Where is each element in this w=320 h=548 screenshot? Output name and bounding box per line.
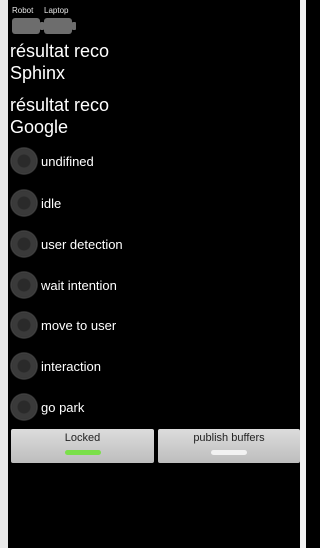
state-label: wait intention [41, 277, 117, 293]
state-radio-interaction[interactable]: interaction [10, 352, 101, 380]
state-radio-wait-intention[interactable]: wait intention [10, 271, 117, 299]
sphinx-recognition-result: résultat reco Sphinx [10, 40, 109, 84]
robot-battery-label: Robot [12, 6, 34, 15]
radio-button-icon[interactable] [10, 230, 38, 258]
state-radio-move-to-user[interactable]: move to user [10, 311, 116, 339]
radio-button-icon[interactable] [10, 189, 38, 217]
state-label: user detection [41, 236, 123, 252]
locked-button-label: Locked [64, 432, 101, 444]
state-label: move to user [41, 317, 117, 333]
toggle-indicator-icon [211, 450, 247, 455]
right-edge-bar [300, 0, 306, 548]
sphinx-result-line2: Sphinx [10, 63, 66, 83]
state-radio-idle[interactable]: idle [10, 189, 61, 217]
state-label: interaction [41, 358, 101, 374]
battery-icon [44, 18, 76, 34]
robot-battery: Robot [12, 6, 44, 34]
publish-buffers-button-label: publish buffers [193, 432, 265, 444]
battery-icon [12, 18, 44, 34]
publish-buffers-toggle-button[interactable]: publish buffers [158, 429, 300, 463]
left-edge-bar [0, 0, 8, 548]
google-result-line2: Google [10, 117, 69, 137]
sphinx-result-line1: résultat reco [10, 41, 110, 61]
radio-button-icon[interactable] [10, 393, 38, 421]
toggle-indicator-icon [64, 450, 101, 455]
state-radio-undifined[interactable]: undifined [10, 147, 94, 175]
laptop-battery-label: Laptop [44, 6, 69, 15]
state-radio-user-detection[interactable]: user detection [10, 230, 123, 258]
state-label: go park [41, 399, 85, 415]
locked-toggle-button[interactable]: Locked [11, 429, 154, 463]
state-label: idle [41, 195, 62, 211]
state-label: undifined [41, 153, 94, 169]
main-content: Robot Laptop résultat reco Sphinx résult… [8, 0, 300, 548]
google-result-line1: résultat reco [10, 95, 110, 115]
app-frame: Robot Laptop résultat reco Sphinx résult… [0, 0, 306, 548]
laptop-battery: Laptop [44, 6, 76, 34]
radio-button-icon[interactable] [10, 271, 38, 299]
state-radio-go-park[interactable]: go park [10, 393, 84, 421]
google-recognition-result: résultat reco Google [10, 94, 109, 138]
radio-button-icon[interactable] [10, 352, 38, 380]
radio-button-icon[interactable] [10, 311, 38, 339]
radio-button-icon[interactable] [10, 147, 38, 175]
